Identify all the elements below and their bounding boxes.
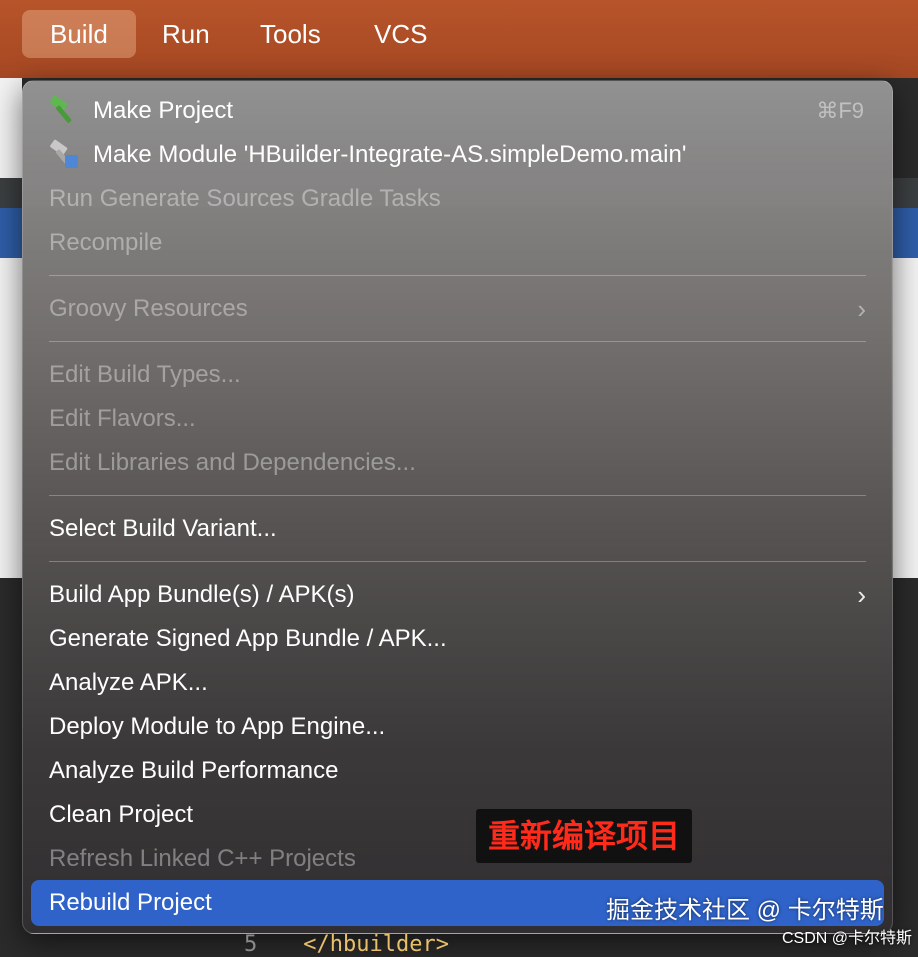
deploy-module-item[interactable]: Deploy Module to App Engine...	[49, 705, 385, 749]
select-build-variant-item[interactable]: Select Build Variant...	[49, 507, 277, 551]
make-module-item[interactable]: Make Module 'HBuilder-Integrate-AS.simpl…	[93, 133, 686, 177]
menu-bar: Build Run Tools VCS	[0, 0, 918, 78]
rebuild-project-item[interactable]: Rebuild Project	[49, 881, 212, 925]
hammer-icon	[50, 95, 72, 123]
make-project-item[interactable]: Make Project	[93, 89, 233, 133]
refresh-linked-cpp-item[interactable]: Refresh Linked C++ Projects	[49, 837, 356, 881]
groovy-resources-item[interactable]: Groovy Resources	[49, 287, 248, 331]
menu-build[interactable]: Build	[22, 10, 136, 58]
analyze-apk-item[interactable]: Analyze APK...	[49, 661, 208, 705]
edit-libraries-item[interactable]: Edit Libraries and Dependencies...	[49, 441, 416, 485]
make-project-shortcut: ⌘F9	[816, 98, 864, 123]
chevron-right-icon: ›	[857, 294, 866, 324]
watermark-small: CSDN @卡尔特斯	[781, 930, 912, 947]
clean-project-item[interactable]: Clean Project	[49, 793, 193, 837]
line-number: 5	[244, 932, 258, 957]
generate-signed-item[interactable]: Generate Signed App Bundle / APK...	[49, 617, 447, 661]
separator	[49, 495, 866, 496]
annotation-label: 重新编译项目	[476, 809, 693, 863]
code-peek: 5 </hbuilder>	[244, 932, 449, 957]
build-menu-dropdown: Make Project ⌘F9 Make Module 'HBuilder-I…	[22, 80, 893, 934]
editor-tab-bar-right	[891, 208, 918, 258]
code-line: </hbuilder>	[303, 932, 449, 957]
recompile-item[interactable]: Recompile	[49, 221, 162, 265]
analyze-build-performance-item[interactable]: Analyze Build Performance	[49, 749, 338, 793]
make-module-icon	[50, 139, 78, 168]
menu-vcs[interactable]: VCS	[346, 10, 455, 58]
chevron-right-icon: ›	[857, 580, 866, 610]
separator	[49, 275, 866, 276]
edit-flavors-item[interactable]: Edit Flavors...	[49, 397, 196, 441]
separator	[49, 341, 866, 342]
editor-light-pane-right	[891, 258, 918, 578]
edit-build-types-item[interactable]: Edit Build Types...	[49, 353, 241, 397]
editor-light-pane	[0, 258, 22, 578]
separator	[49, 561, 866, 562]
menu-tools[interactable]: Tools	[232, 10, 349, 58]
menu-run[interactable]: Run	[134, 10, 238, 58]
run-generate-sources-item[interactable]: Run Generate Sources Gradle Tasks	[49, 177, 441, 221]
editor-background-light	[0, 78, 22, 178]
editor-tab-bar	[0, 208, 22, 258]
watermark-main: 掘金技术社区 @ 卡尔特斯	[606, 897, 884, 924]
build-app-bundle-item[interactable]: Build App Bundle(s) / APK(s)	[49, 573, 354, 617]
